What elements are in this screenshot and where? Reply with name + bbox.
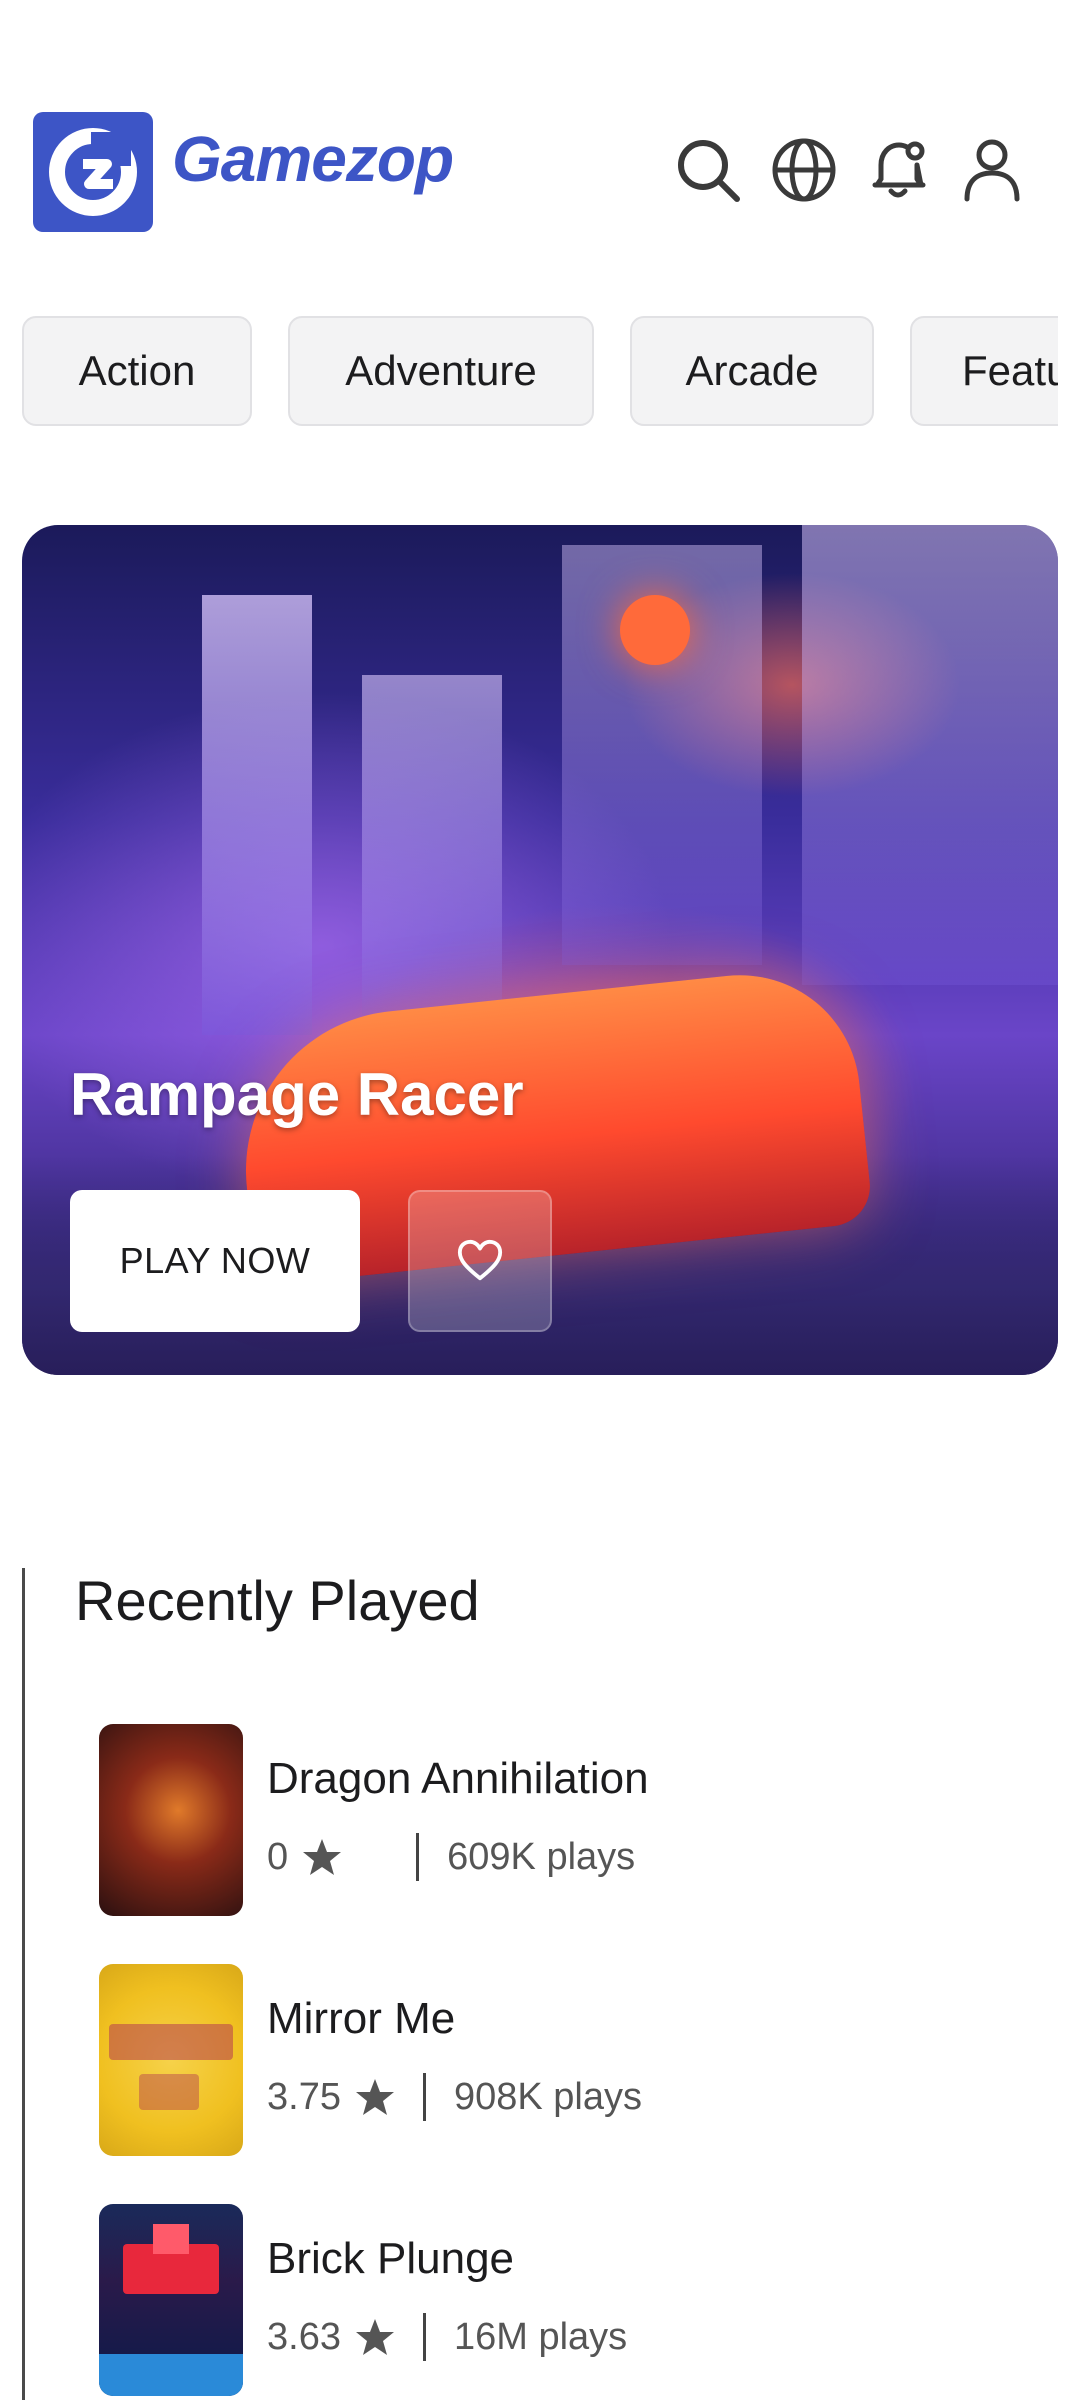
game-thumbnail — [99, 2204, 243, 2396]
game-stats: 3.63 16M plays — [267, 2312, 627, 2362]
brand-name[interactable]: Gamezop — [172, 122, 454, 196]
star-icon — [355, 2319, 394, 2355]
featured-game-banner[interactable]: Rampage Racer PLAY NOW — [22, 525, 1058, 1375]
category-chip-featured[interactable]: Featu — [910, 316, 1058, 426]
gamezop-logo-icon[interactable] — [33, 112, 153, 232]
section-title: Recently Played — [75, 1569, 480, 1632]
recently-played-section: Recently Played Dragon Annihilation 0 60… — [22, 1568, 1061, 2400]
category-chips: Action Adventure Arcade Featu — [0, 316, 1058, 430]
game-stats: 0 609K plays — [267, 1832, 635, 1882]
traffic-light-glow — [620, 595, 690, 665]
building-artwork — [802, 525, 1058, 985]
globe-icon[interactable] — [769, 135, 839, 205]
favorite-button[interactable] — [408, 1190, 552, 1332]
game-thumbnail — [99, 1964, 243, 2156]
divider — [422, 2073, 426, 2121]
game-name: Brick Plunge — [267, 2234, 515, 2283]
hero-game-title: Rampage Racer — [70, 1061, 524, 1128]
search-icon[interactable] — [673, 135, 743, 205]
divider — [416, 1833, 420, 1881]
game-list-item[interactable]: Dragon Annihilation 0 609K plays — [99, 1724, 999, 1916]
category-chip-action[interactable]: Action — [22, 316, 252, 426]
star-icon — [303, 1839, 342, 1875]
star-icon — [355, 2079, 394, 2115]
game-stats: 3.75 908K plays — [267, 2072, 642, 2122]
divider — [422, 2313, 426, 2361]
game-rating: 0 — [267, 1835, 289, 1878]
play-now-button[interactable]: PLAY NOW — [70, 1190, 360, 1332]
game-rating: 3.75 — [267, 2075, 341, 2118]
app-header: Gamezop — [0, 0, 1080, 260]
building-artwork — [362, 675, 502, 1015]
category-chip-adventure[interactable]: Adventure — [288, 316, 594, 426]
user-icon[interactable] — [957, 135, 1027, 205]
game-plays: 609K plays — [447, 1835, 636, 1878]
game-list-item[interactable]: Mirror Me 3.75 908K plays — [99, 1964, 999, 2156]
game-plays: 16M plays — [453, 2315, 628, 2358]
notification-bell-icon[interactable] — [863, 135, 933, 205]
game-plays: 908K plays — [453, 2075, 642, 2118]
game-name: Mirror Me — [267, 1994, 456, 2043]
heart-icon — [457, 1239, 503, 1281]
category-chip-arcade[interactable]: Arcade — [630, 316, 874, 426]
building-artwork — [202, 595, 312, 1035]
game-rating: 3.63 — [267, 2315, 341, 2358]
game-name: Dragon Annihilation — [267, 1754, 649, 1803]
game-list-item[interactable]: Brick Plunge 3.63 16M plays — [99, 2204, 999, 2396]
game-thumbnail — [99, 1724, 243, 1916]
